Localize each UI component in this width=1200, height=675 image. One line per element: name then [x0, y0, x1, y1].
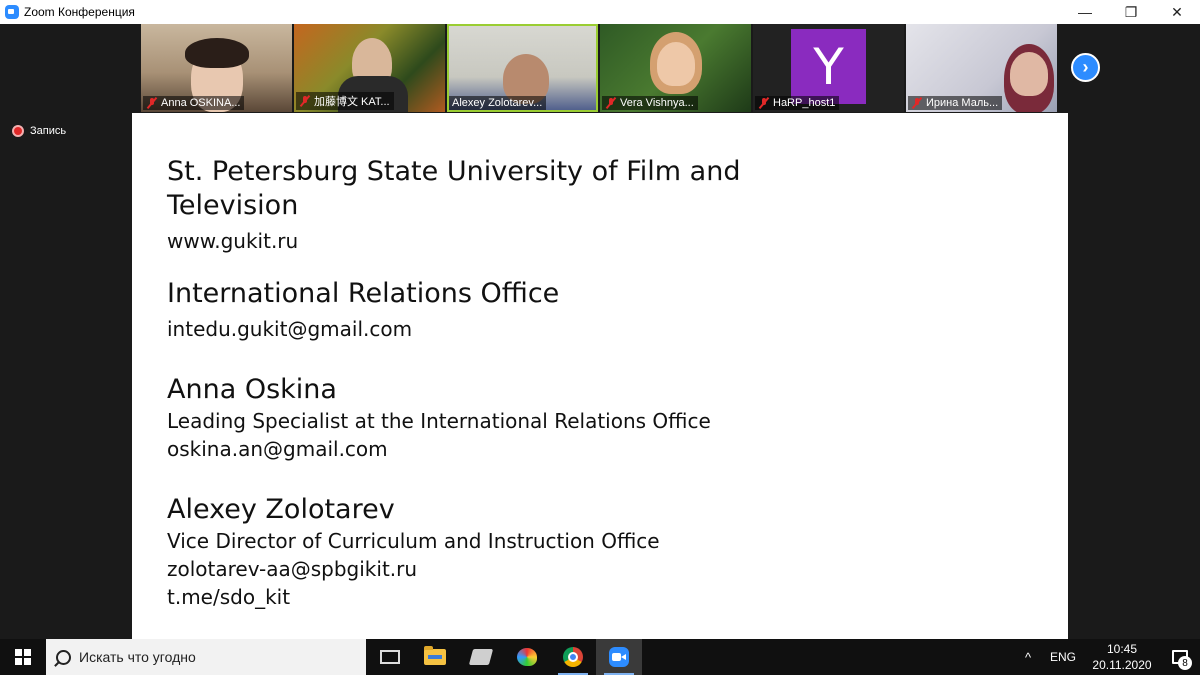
paint-palette-icon [517, 648, 537, 666]
participant-label: Anna OSKINA... [143, 96, 245, 110]
taskbar-search[interactable] [46, 639, 366, 675]
participant-tile-active-speaker[interactable]: Alexey Zolotarev... [447, 24, 598, 112]
show-hidden-icons-chevron-icon[interactable]: ^ [1014, 650, 1042, 665]
task-view-button[interactable] [366, 639, 412, 675]
meeting-stage: Anna OSKINA... 加藤博文 KAT... Alexey Zolota… [0, 24, 1200, 639]
windows-logo-icon [15, 649, 31, 665]
participant-tile[interactable]: Vera Vishnya... [600, 24, 751, 112]
participant-label: Ирина Маль... [908, 96, 1003, 110]
participant-tile[interactable]: 加藤博文 KAT... [294, 24, 445, 112]
minimize-button[interactable]: — [1062, 0, 1108, 24]
clock-time: 10:45 [1106, 642, 1138, 656]
slide-office-email: intedu.gukit@gmail.com [167, 317, 413, 341]
participant-name: Alexey Zolotarev... [452, 97, 543, 109]
mic-muted-icon [299, 95, 311, 107]
zoom-taskbar-button[interactable] [596, 639, 642, 675]
system-tray: ^ ENG 10:45 20.11.2020 8 [1014, 639, 1200, 675]
participant-name: 加藤博文 KAT... [314, 96, 390, 108]
participant-tile[interactable]: Anna OSKINA... [141, 24, 292, 112]
participant-name: HaRP_host1 [773, 97, 836, 109]
slide-website: www.gukit.ru [167, 229, 299, 253]
participant-label: Vera Vishnya... [602, 96, 698, 110]
scanner-app-button[interactable] [458, 639, 504, 675]
mic-muted-icon [605, 97, 617, 109]
window-title: Zoom Конференция [24, 5, 135, 19]
chrome-button[interactable] [550, 639, 596, 675]
record-icon [12, 125, 24, 137]
mic-muted-icon [911, 97, 923, 109]
recording-indicator[interactable]: Запись [12, 125, 66, 137]
search-input[interactable] [79, 649, 339, 665]
search-icon [56, 649, 71, 665]
windows-taskbar: ^ ENG 10:45 20.11.2020 8 [0, 639, 1200, 675]
printer-icon [468, 649, 494, 665]
slide-contact2-email: zolotarev-aa@spbgikit.ru [167, 557, 418, 581]
participant-name: Ирина Маль... [926, 97, 999, 109]
slide-contact2-name: Alexey Zolotarev [167, 494, 395, 525]
participant-tile[interactable]: Ирина Маль... [906, 24, 1057, 112]
chrome-icon [563, 647, 583, 667]
participant-avatar: Y [791, 29, 866, 104]
zoom-app-icon [5, 5, 19, 19]
slide-contact1-role: Leading Specialist at the International … [167, 409, 711, 433]
window-controls: — ❐ ✕ [1062, 0, 1200, 24]
clock-date: 20.11.2020 [1092, 658, 1152, 672]
participant-hair [185, 38, 249, 68]
participant-tile[interactable]: Y HaRP_host1 [753, 24, 904, 112]
participant-label: Alexey Zolotarev... [449, 96, 547, 110]
slide-contact1-email: oskina.an@gmail.com [167, 437, 388, 461]
slide-contact2-telegram: t.me/sdo_kit [167, 585, 291, 609]
participant-name: Anna OSKINA... [161, 97, 241, 109]
restore-button[interactable]: ❐ [1108, 0, 1154, 24]
participant-face [1010, 52, 1048, 96]
close-button[interactable]: ✕ [1154, 0, 1200, 24]
notification-count-badge: 8 [1178, 656, 1192, 670]
participant-video [657, 42, 695, 86]
start-button[interactable] [0, 639, 46, 675]
slide-contact1-name: Anna Oskina [167, 374, 337, 405]
zoom-icon [609, 647, 629, 667]
participant-label: HaRP_host1 [755, 96, 840, 110]
participant-name: Vera Vishnya... [620, 97, 694, 109]
folder-icon [424, 646, 446, 665]
mic-muted-icon [146, 97, 158, 109]
slide-office-title: International Relations Office [167, 278, 560, 309]
paint-app-button[interactable] [504, 639, 550, 675]
slide-contact2-role: Vice Director of Curriculum and Instruct… [167, 529, 660, 553]
recording-label: Запись [30, 125, 67, 137]
participant-label: 加藤博文 KAT... [296, 92, 394, 110]
slide-university-name: St. Petersburg State University of Film … [167, 156, 741, 221]
shared-screen-slide: St. Petersburg State University of Film … [132, 113, 1068, 639]
participant-strip: Anna OSKINA... 加藤博文 KAT... Alexey Zolota… [141, 24, 1057, 112]
next-participants-button[interactable]: › [1071, 53, 1100, 82]
window-titlebar: Zoom Конференция — ❐ ✕ [0, 0, 1200, 24]
task-view-icon [380, 650, 400, 664]
file-explorer-button[interactable] [412, 639, 458, 675]
input-language[interactable]: ENG [1042, 650, 1084, 664]
mic-muted-icon [758, 97, 770, 109]
notification-center-button[interactable]: 8 [1160, 639, 1200, 675]
clock[interactable]: 10:45 20.11.2020 [1084, 641, 1160, 673]
